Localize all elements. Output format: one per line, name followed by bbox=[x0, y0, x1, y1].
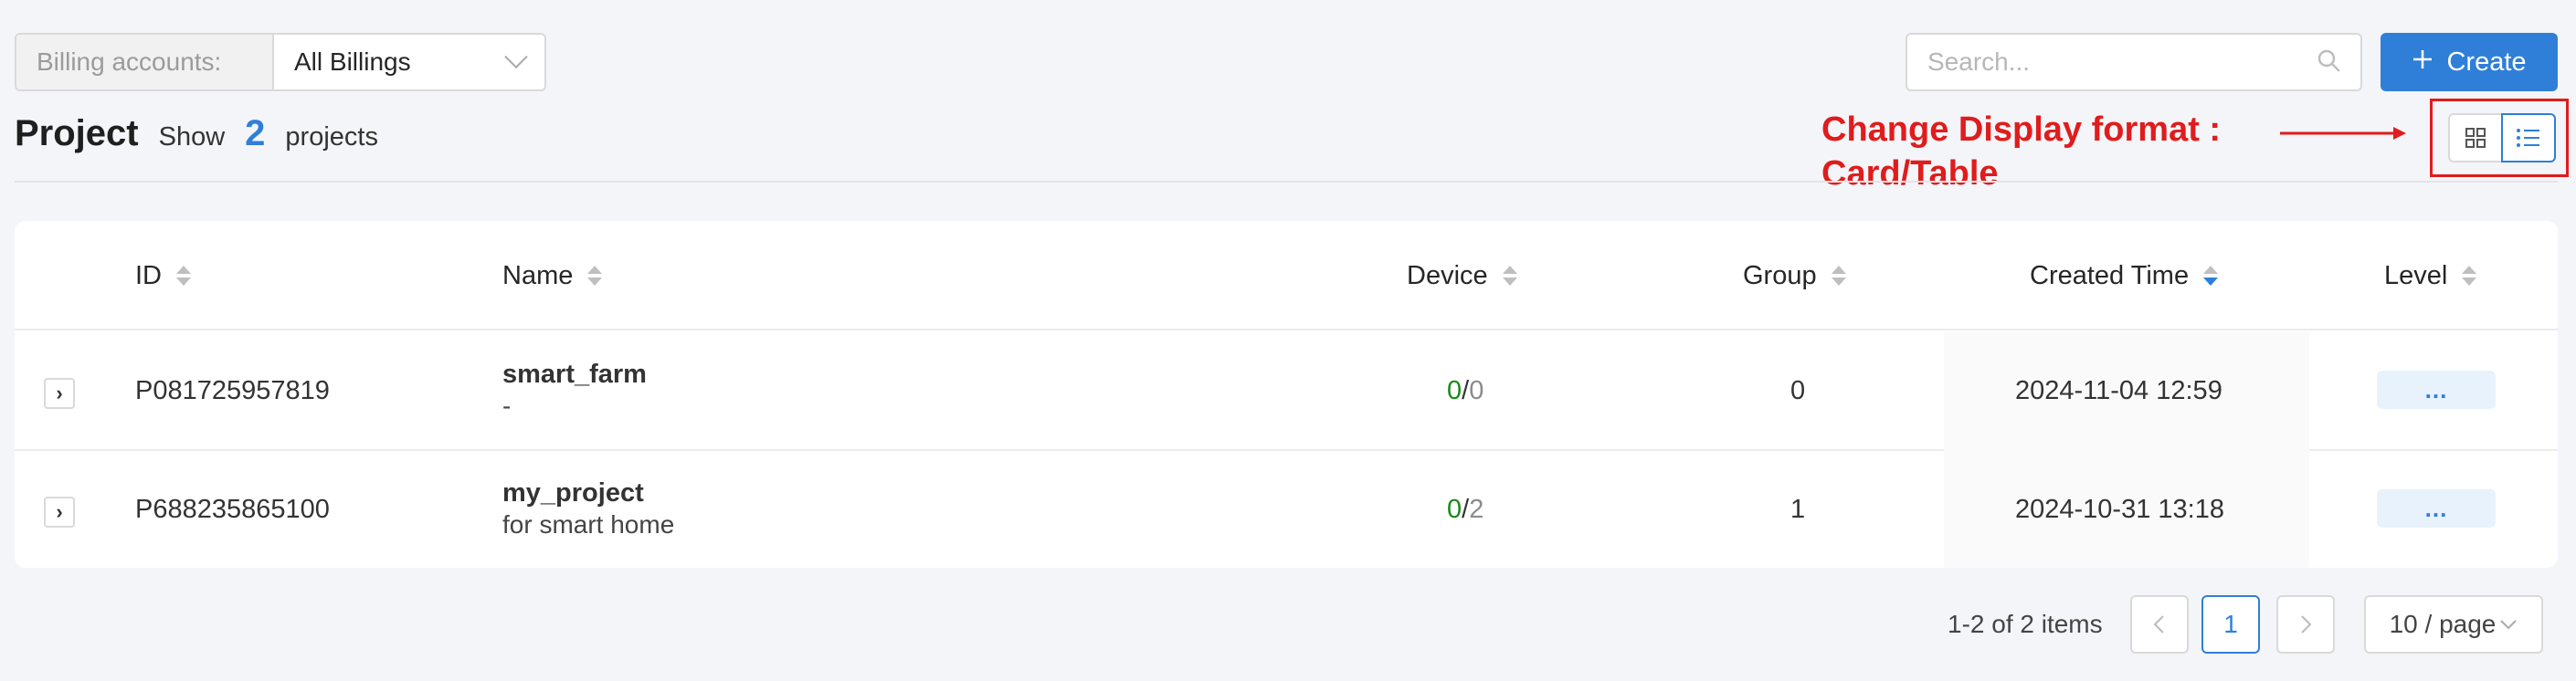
billing-select[interactable]: All Billings bbox=[274, 35, 544, 89]
page-title: Project bbox=[15, 113, 139, 153]
search-input[interactable] bbox=[1927, 47, 2293, 77]
column-header-label: Name bbox=[502, 260, 574, 290]
column-header-created-time[interactable]: Created Time bbox=[2030, 221, 2219, 330]
create-button[interactable]: Create bbox=[2381, 33, 2558, 91]
project-id: P688235865100 bbox=[135, 495, 330, 524]
chevron-left-icon bbox=[2153, 615, 2164, 634]
pagination-total: 1-2 of 2 items bbox=[1948, 610, 2103, 638]
annotation-line-2: Card/Table bbox=[1821, 154, 1999, 193]
plus-icon bbox=[2412, 47, 2433, 78]
view-toggle[interactable] bbox=[2448, 113, 2556, 162]
device-count: 0/2 bbox=[1447, 495, 1484, 524]
search-icon[interactable] bbox=[2317, 48, 2340, 77]
sort-icon[interactable] bbox=[2462, 266, 2477, 286]
billing-select-value: All Billings bbox=[294, 47, 411, 76]
column-header-device[interactable]: Device bbox=[1407, 221, 1517, 330]
created-time: 2024-11-04 12:59 bbox=[2015, 376, 2222, 405]
project-name-cell: my_project for smart home bbox=[502, 478, 674, 540]
level-button[interactable]: ... bbox=[2377, 489, 2496, 528]
level-button[interactable]: ... bbox=[2377, 371, 2496, 409]
project-name[interactable]: my_project bbox=[502, 478, 674, 508]
column-header-label: Created Time bbox=[2030, 260, 2190, 290]
expand-row-button[interactable]: › bbox=[44, 378, 75, 409]
table-row[interactable]: › P081725957819 smart_farm - 0/0 0 2024-… bbox=[15, 332, 2558, 451]
create-button-label: Create bbox=[2446, 47, 2527, 77]
project-id: P081725957819 bbox=[135, 376, 330, 405]
chevron-right-icon bbox=[2301, 615, 2312, 634]
header-divider bbox=[15, 181, 2558, 183]
projects-table: ID Name Device Group Created Time Level … bbox=[15, 221, 2558, 568]
device-total-count: 2 bbox=[1469, 495, 1484, 524]
column-header-group[interactable]: Group bbox=[1743, 221, 1846, 330]
project-description: for smart home bbox=[502, 510, 675, 539]
grid-icon bbox=[2465, 128, 2486, 148]
column-header-label: Level bbox=[2384, 260, 2448, 290]
table-row[interactable]: › P688235865100 my_project for smart hom… bbox=[15, 451, 2558, 568]
project-name[interactable]: smart_farm bbox=[502, 360, 647, 390]
device-online-count: 0 bbox=[1447, 495, 1462, 524]
page-header: Project Show 2 projects bbox=[15, 113, 378, 154]
card-view-button[interactable] bbox=[2448, 113, 2503, 162]
prev-page-button[interactable] bbox=[2130, 595, 2189, 654]
expand-row-button[interactable]: › bbox=[44, 497, 75, 528]
chevron-down-icon bbox=[2500, 620, 2518, 630]
search-box[interactable] bbox=[1906, 33, 2362, 91]
group-count: 1 bbox=[1790, 495, 1806, 524]
column-header-label: Device bbox=[1407, 260, 1488, 290]
annotation-arrow-icon bbox=[2280, 127, 2406, 140]
sort-icon[interactable] bbox=[587, 266, 603, 286]
column-header-id[interactable]: ID bbox=[135, 221, 191, 330]
sort-icon[interactable] bbox=[1502, 266, 1517, 286]
table-view-button[interactable] bbox=[2501, 113, 2556, 162]
column-header-label: ID bbox=[135, 260, 162, 290]
sort-icon[interactable] bbox=[2203, 266, 2219, 286]
device-online-count: 0 bbox=[1447, 376, 1462, 405]
annotation-line-1: Change Display format : bbox=[1821, 110, 2222, 149]
sort-icon[interactable] bbox=[1831, 266, 1846, 286]
table-header: ID Name Device Group Created Time Level bbox=[15, 221, 2558, 330]
list-icon bbox=[2517, 129, 2539, 147]
show-label: Show bbox=[158, 122, 226, 152]
chevron-down-icon bbox=[504, 45, 528, 69]
billing-accounts-label: Billing accounts: bbox=[16, 35, 274, 89]
created-time: 2024-10-31 13:18 bbox=[2015, 495, 2224, 524]
device-total-count: 0 bbox=[1469, 376, 1484, 405]
group-count: 0 bbox=[1790, 376, 1806, 405]
page-button-current[interactable]: 1 bbox=[2201, 595, 2260, 654]
billing-account-selector[interactable]: Billing accounts: All Billings bbox=[15, 33, 546, 91]
project-count: 2 bbox=[245, 113, 266, 153]
project-description: - bbox=[502, 392, 512, 420]
next-page-button[interactable] bbox=[2276, 595, 2335, 654]
page-size-value: 10 / page bbox=[2389, 610, 2497, 638]
column-header-label: Group bbox=[1743, 260, 1817, 290]
column-header-level[interactable]: Level bbox=[2384, 221, 2477, 330]
project-name-cell: smart_farm - bbox=[502, 360, 647, 421]
page-size-select[interactable]: 10 / page bbox=[2364, 595, 2543, 654]
project-count-unit: projects bbox=[285, 122, 378, 152]
sort-icon[interactable] bbox=[176, 266, 191, 286]
column-header-name[interactable]: Name bbox=[502, 221, 603, 330]
device-count: 0/0 bbox=[1447, 376, 1484, 405]
